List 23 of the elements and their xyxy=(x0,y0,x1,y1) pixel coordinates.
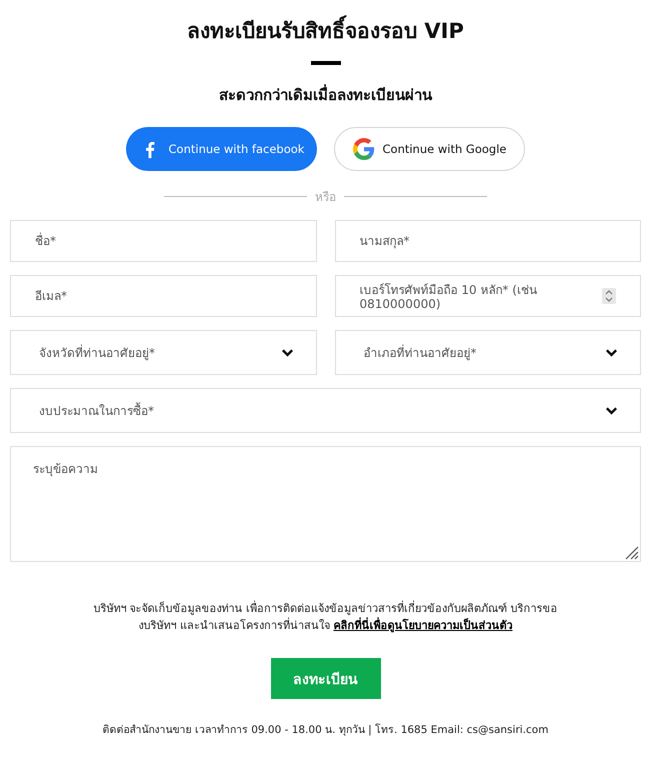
privacy-policy-link[interactable]: คลิกที่นี่เพื่อดูนโยบายความเป็นส่วนตัว xyxy=(334,619,512,632)
facebook-login-button[interactable]: Continue with facebook xyxy=(126,127,317,171)
phone-input-field[interactable]: เบอร์โทรศัพท์มือถือ 10 หลัก* (เช่น 0810000000) xyxy=(334,275,641,317)
message-field[interactable]: ระบุข้อความ xyxy=(10,446,641,562)
chevron-down-icon xyxy=(605,348,618,358)
resize-grip-icon[interactable] xyxy=(623,544,639,560)
form-subtitle: สะดวกกว่าเดิมเมื่อลงทะเบียนผ่าน xyxy=(219,83,432,106)
input-field[interactable]: อีเมล* xyxy=(10,275,316,317)
title-underline xyxy=(310,61,340,65)
input-field[interactable]: นามสกุล* xyxy=(334,220,641,262)
chevron-down-icon xyxy=(280,348,294,358)
google-icon xyxy=(352,138,374,160)
chevron-down-icon xyxy=(605,406,618,416)
dropdown-field[interactable]: อำเภอที่ท่านอาศัยอยู่* xyxy=(334,330,641,375)
spinner-icon[interactable] xyxy=(602,288,616,304)
form-title: ลงทะเบียนรับสิทธิ์จองรอบ VIP xyxy=(187,14,464,47)
or-divider-label: หรือ xyxy=(315,189,336,206)
dropdown-field[interactable]: งบประมาณในการซื้อ* xyxy=(10,388,641,433)
google-login-button[interactable]: Continue with Google xyxy=(334,127,525,171)
input-field[interactable]: ชื่อ* xyxy=(10,220,316,262)
dropdown-field[interactable]: จังหวัดที่ท่านอาศัยอยู่* xyxy=(10,330,316,375)
contact-info: ติดต่อสำนักงานขาย เวลาทำการ 09.00 - 18.00 น. ทุกวัน | โทร. 1685 Email: cs@sansiri.com xyxy=(102,722,548,738)
consent-text: บริษัทฯ จะจัดเก็บข้อมูลของท่าน เพื่อการติดต่อแจ้งข้อมูลข่าวสารที่เกี่ยวข้องกับผลิตภัณฑ์ บริการของบริษัทฯ และนำเสนอโครงการที่น่าสนใจ คลิกที่นี่เพื่อดูนโยบายความเป็นส่วนตัว xyxy=(92,600,559,634)
